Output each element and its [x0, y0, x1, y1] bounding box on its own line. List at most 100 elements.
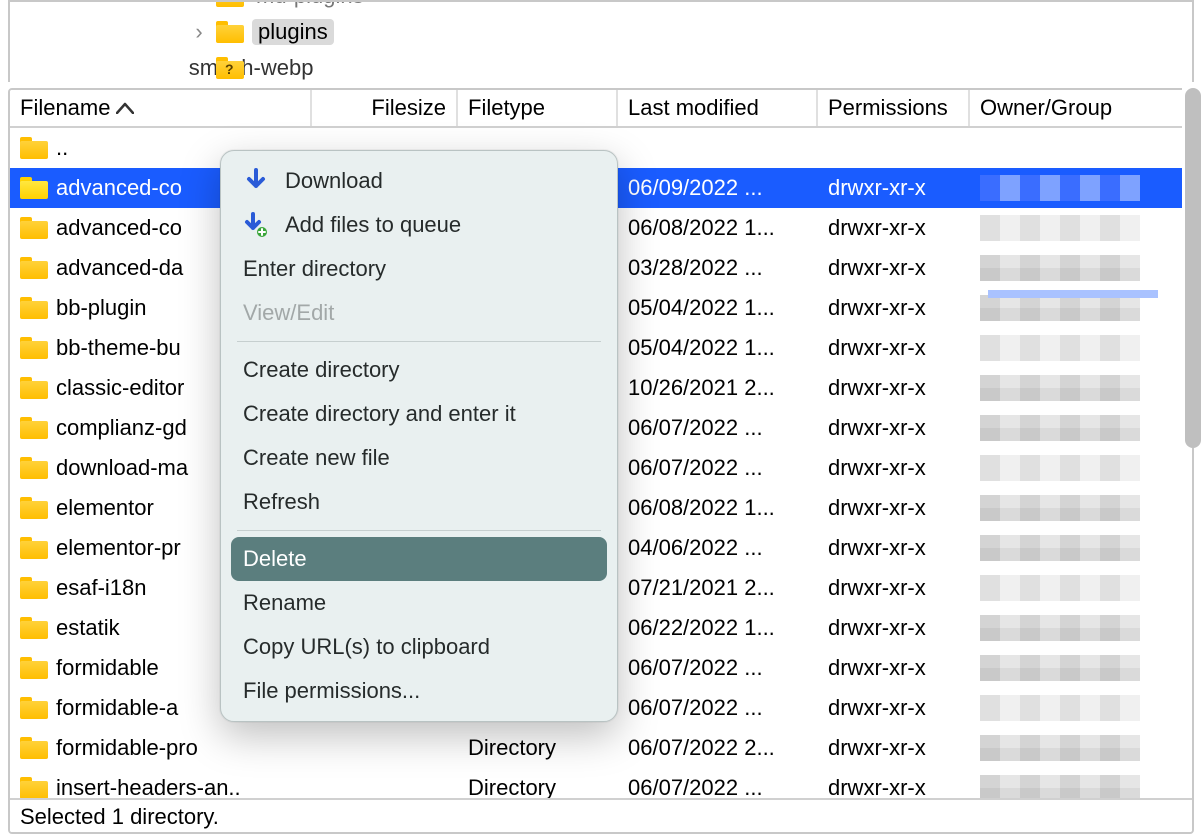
file-modified: 06/07/2022 ...	[628, 415, 763, 441]
file-name: complianz-gd	[56, 415, 187, 441]
file-name: bb-plugin	[56, 295, 147, 321]
column-header-row: Filename Filesize Filetype Last modified…	[10, 90, 1192, 128]
menu-label: Rename	[243, 590, 326, 616]
column-header-owner[interactable]: Owner/Group	[970, 90, 1156, 126]
table-row[interactable]: formidable-proDirectory06/07/2022 2...dr…	[10, 728, 1192, 768]
menu-label: View/Edit	[243, 300, 334, 326]
tree-item[interactable]: ? mu-plugins	[10, 0, 1192, 14]
menu-create-directory-enter[interactable]: Create directory and enter it	[221, 392, 617, 436]
folder-icon	[216, 21, 244, 43]
tree-item-label: plugins	[252, 19, 334, 45]
menu-label: Create directory and enter it	[243, 401, 516, 427]
file-modified: 06/08/2022 1...	[628, 495, 775, 521]
file-name: download-ma	[56, 455, 188, 481]
menu-rename[interactable]: Rename	[221, 581, 617, 625]
file-name: insert-headers-an..	[56, 775, 241, 800]
file-permissions: drwxr-xr-x	[828, 535, 926, 561]
file-permissions: drwxr-xr-x	[828, 695, 926, 721]
owner-redacted	[980, 535, 1140, 561]
menu-create-file[interactable]: Create new file	[221, 436, 617, 480]
owner-redacted	[980, 255, 1140, 281]
chevron-right-icon[interactable]: ›	[190, 19, 208, 45]
column-header-filename[interactable]: Filename	[10, 90, 312, 126]
file-permissions: drwxr-xr-x	[828, 735, 926, 761]
menu-enter-directory[interactable]: Enter directory	[221, 247, 617, 291]
file-name: classic-editor	[56, 375, 184, 401]
status-text: Selected 1 directory.	[20, 804, 219, 829]
menu-copy-url[interactable]: Copy URL(s) to clipboard	[221, 625, 617, 669]
owner-redacted	[980, 415, 1140, 441]
owner-redacted	[980, 615, 1140, 641]
folder-icon	[20, 217, 48, 239]
folder-icon	[20, 297, 48, 319]
file-modified: 06/22/2022 1...	[628, 615, 775, 641]
tree-item-selected[interactable]: › plugins	[10, 14, 1192, 50]
file-modified: 06/07/2022 ...	[628, 455, 763, 481]
folder-icon	[20, 177, 48, 199]
folder-icon	[20, 697, 48, 719]
menu-label: Enter directory	[243, 256, 386, 282]
owner-redacted	[980, 655, 1140, 681]
file-permissions: drwxr-xr-x	[828, 335, 926, 361]
file-permissions: drwxr-xr-x	[828, 255, 926, 281]
sort-ascending-icon	[116, 102, 134, 114]
folder-icon: ?	[216, 0, 244, 7]
file-permissions: drwxr-xr-x	[828, 175, 926, 201]
file-name: formidable	[56, 655, 159, 681]
menu-delete[interactable]: Delete	[231, 537, 607, 581]
file-modified: 04/06/2022 ...	[628, 535, 763, 561]
folder-icon	[20, 737, 48, 759]
file-modified: 07/21/2021 2...	[628, 575, 775, 601]
file-modified: 06/09/2022 ...	[628, 175, 763, 201]
folder-icon	[20, 417, 48, 439]
file-name: advanced-da	[56, 255, 183, 281]
file-permissions: drwxr-xr-x	[828, 215, 926, 241]
folder-icon	[20, 577, 48, 599]
folder-icon	[20, 257, 48, 279]
file-name: formidable-pro	[56, 735, 198, 761]
file-modified: 06/07/2022 2...	[628, 735, 775, 761]
menu-file-permissions[interactable]: File permissions...	[221, 669, 617, 713]
column-header-filetype[interactable]: Filetype	[458, 90, 618, 126]
owner-redacted	[980, 495, 1140, 521]
owner-redacted	[980, 455, 1140, 481]
folder-icon	[20, 377, 48, 399]
file-permissions: drwxr-xr-x	[828, 655, 926, 681]
scroll-thumb[interactable]	[1185, 88, 1201, 448]
file-modified: 06/08/2022 1...	[628, 215, 775, 241]
column-header-permissions[interactable]: Permissions	[818, 90, 970, 126]
file-permissions: drwxr-xr-x	[828, 415, 926, 441]
owner-redacted	[980, 775, 1140, 800]
column-header-label: Owner/Group	[980, 95, 1112, 121]
file-modified: 06/07/2022 ...	[628, 655, 763, 681]
menu-separator	[237, 341, 601, 342]
menu-label: Copy URL(s) to clipboard	[243, 634, 490, 660]
column-header-filesize[interactable]: Filesize	[312, 90, 458, 126]
folder-icon	[20, 497, 48, 519]
table-row[interactable]: insert-headers-an..Directory06/07/2022 .…	[10, 768, 1192, 800]
folder-icon	[20, 537, 48, 559]
menu-create-directory[interactable]: Create directory	[221, 348, 617, 392]
folder-icon	[20, 617, 48, 639]
column-header-modified[interactable]: Last modified	[618, 90, 818, 126]
column-header-label: Permissions	[828, 95, 948, 121]
column-header-label: Filename	[20, 95, 110, 121]
owner-redacted	[980, 375, 1140, 401]
menu-separator	[237, 530, 601, 531]
menu-add-to-queue[interactable]: Add files to queue	[221, 203, 617, 247]
folder-icon	[20, 657, 48, 679]
download-icon	[243, 168, 269, 194]
file-modified: 06/07/2022 ...	[628, 695, 763, 721]
owner-redacted	[980, 335, 1140, 361]
file-name: elementor-pr	[56, 535, 181, 561]
directory-tree[interactable]: ? mu-plugins › plugins ? smush-webp smus…	[8, 0, 1194, 82]
vertical-scrollbar[interactable]	[1182, 88, 1202, 448]
column-header-label: Filetype	[468, 95, 545, 121]
owner-redacted	[980, 735, 1140, 761]
file-permissions: drwxr-xr-x	[828, 455, 926, 481]
tree-item-label: mu-plugins	[256, 0, 364, 9]
menu-download[interactable]: Download	[221, 159, 617, 203]
menu-refresh[interactable]: Refresh	[221, 480, 617, 524]
tree-item[interactable]: ? smush-webp smush-webp	[10, 50, 1192, 82]
menu-label: Delete	[243, 546, 307, 572]
